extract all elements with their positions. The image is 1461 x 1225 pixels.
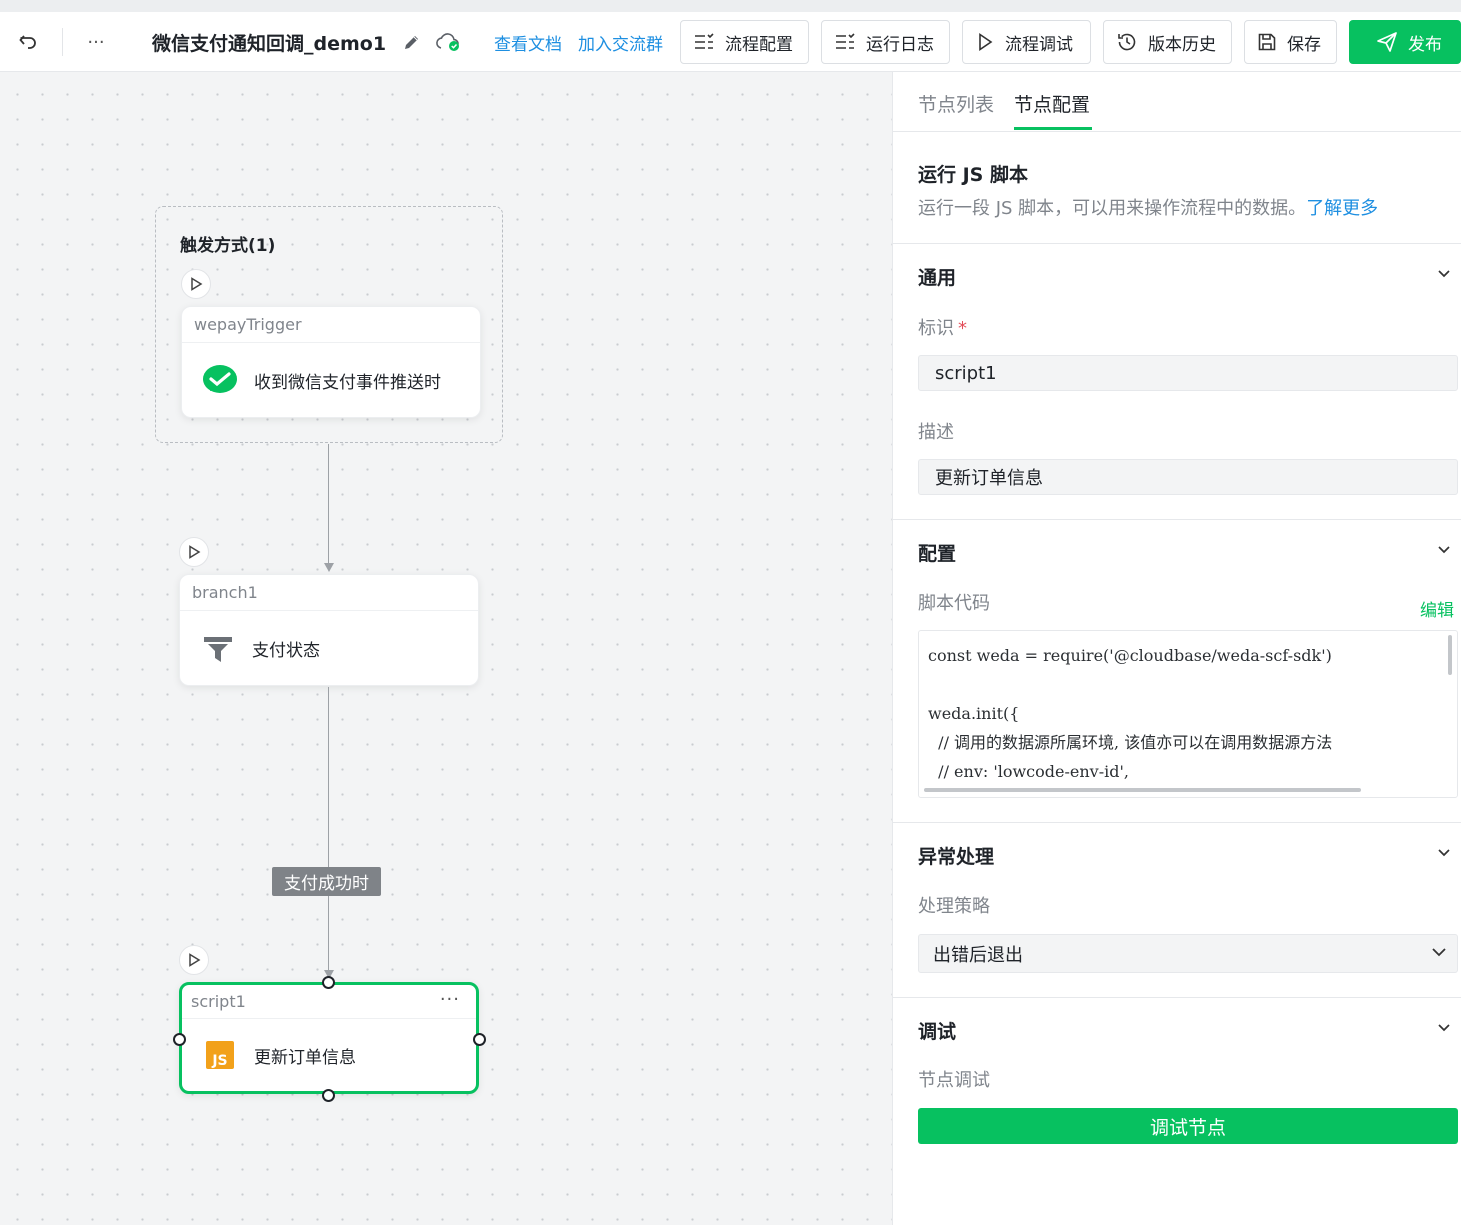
script-run-button[interactable]	[179, 945, 209, 975]
more-menu-button[interactable]: ···	[80, 26, 112, 58]
section-general-title: 通用	[918, 267, 957, 289]
wechat-pay-icon	[202, 363, 238, 399]
history-icon	[1118, 33, 1136, 51]
save-icon	[1258, 33, 1276, 51]
id-label: 标识 *	[918, 314, 967, 340]
flow-config-label: 流程配置	[725, 34, 793, 55]
save-button[interactable]: 保存	[1244, 20, 1337, 64]
description-field[interactable]: 更新订单信息	[918, 459, 1458, 495]
send-icon	[1377, 32, 1397, 52]
version-history-button[interactable]: 版本历史	[1103, 20, 1232, 64]
play-icon	[189, 545, 201, 559]
play-icon	[979, 32, 993, 52]
chevron-down-icon[interactable]	[1437, 269, 1451, 279]
log-list-icon	[836, 33, 855, 49]
community-link[interactable]: 加入交流群	[578, 26, 663, 58]
node-type-desc-text: 运行一段 JS 脚本，可以用来操作流程中的数据。	[918, 198, 1307, 219]
edit-code-link[interactable]: 编辑	[1420, 596, 1454, 621]
save-label: 保存	[1287, 34, 1321, 55]
node-type-title: 运行 JS 脚本	[918, 164, 1028, 186]
section-divider	[893, 243, 1461, 244]
code-horizontal-scrollbar[interactable]	[924, 788, 1361, 792]
toolbar-divider	[62, 28, 63, 56]
chevron-down-icon[interactable]	[1437, 1023, 1451, 1033]
chevron-down-icon[interactable]	[1437, 848, 1451, 858]
svg-text:JS: JS	[211, 1053, 227, 1069]
flow-title: 微信支付通知回调_demo1	[152, 32, 387, 55]
id-label-text: 标识	[918, 318, 954, 339]
learn-more-link[interactable]: 了解更多	[1306, 198, 1378, 219]
back-icon[interactable]	[12, 26, 44, 58]
required-mark: *	[958, 318, 967, 339]
connect-handle-right[interactable]	[473, 1033, 486, 1046]
node-id: branch1	[180, 575, 478, 611]
strategy-select[interactable]: 出错后退出	[918, 934, 1458, 973]
debug-node-button[interactable]: 调试节点	[918, 1108, 1458, 1144]
node-more-button[interactable]: ···	[440, 989, 460, 1010]
trigger-run-button[interactable]	[181, 269, 211, 299]
cloud-saved-icon	[434, 26, 462, 58]
active-tab-indicator	[1014, 127, 1092, 130]
code-editor[interactable]: const weda = require('@cloudbase/weda-sc…	[918, 630, 1458, 798]
node-id: wepayTrigger	[182, 307, 480, 343]
panel-tabs: 节点列表 节点配置	[893, 72, 1461, 132]
branch-node[interactable]: branch1 支付状态	[179, 574, 479, 686]
flow-debug-label: 流程调试	[1005, 34, 1073, 55]
pencil-icon[interactable]	[400, 26, 424, 58]
script-code-label: 脚本代码	[918, 593, 990, 614]
section-divider	[893, 997, 1461, 998]
strategy-value: 出错后退出	[933, 944, 1023, 966]
strategy-label: 处理策略	[918, 896, 990, 917]
flow-canvas[interactable]: 触发方式(1) wepayTrigger 收到微信支付事件推送时 branch1…	[0, 72, 892, 1225]
section-config-title: 配置	[918, 543, 957, 565]
trigger-node[interactable]: wepayTrigger 收到微信支付事件推送时	[181, 306, 481, 418]
section-error-handling-title: 异常处理	[918, 846, 995, 868]
run-log-label: 运行日志	[866, 34, 934, 55]
node-config-panel: 节点列表 节点配置 运行 JS 脚本 运行一段 JS 脚本，可以用来操作流程中的…	[892, 72, 1461, 1225]
code-vertical-scrollbar[interactable]	[1448, 635, 1452, 675]
tab-node-list[interactable]: 节点列表	[918, 90, 994, 117]
js-icon: JS	[202, 1037, 238, 1073]
play-icon	[189, 953, 201, 967]
node-debug-label: 节点调试	[918, 1070, 990, 1091]
connect-handle-bottom[interactable]	[322, 1089, 335, 1102]
version-history-label: 版本历史	[1148, 34, 1216, 55]
toolbar: ··· 微信支付通知回调_demo1 查看文档 加入交流群 流程配置 运行日志 …	[0, 12, 1461, 72]
edge-condition-label[interactable]: 支付成功时	[272, 867, 381, 896]
connect-handle-top[interactable]	[322, 976, 335, 989]
edge-trigger-branch	[328, 444, 329, 564]
flow-debug-button[interactable]: 流程调试	[962, 20, 1091, 64]
description-label: 描述	[918, 422, 954, 443]
edge-arrow	[324, 563, 334, 572]
id-field[interactable]: script1	[918, 355, 1458, 391]
flow-config-button[interactable]: 流程配置	[680, 20, 809, 64]
list-config-icon	[695, 33, 714, 49]
section-debug-title: 调试	[918, 1021, 957, 1043]
tab-node-config[interactable]: 节点配置	[1014, 90, 1090, 117]
chevron-down-icon[interactable]	[1437, 545, 1451, 555]
filter-icon	[200, 631, 236, 667]
docs-link[interactable]: 查看文档	[494, 26, 562, 58]
publish-label: 发布	[1408, 34, 1442, 55]
node-id: script1	[182, 985, 476, 1019]
node-label: 支付状态	[252, 641, 320, 661]
edge-branch-script	[328, 687, 329, 972]
code-content: const weda = require('@cloudbase/weda-sc…	[928, 646, 1333, 781]
node-label: 更新订单信息	[254, 1047, 356, 1068]
chevron-down-icon	[1432, 948, 1446, 957]
trigger-group-title: 触发方式(1)	[180, 236, 276, 256]
section-divider	[893, 519, 1461, 520]
node-type-description: 运行一段 JS 脚本，可以用来操作流程中的数据。了解更多	[918, 194, 1378, 220]
play-icon	[191, 277, 203, 291]
node-label: 收到微信支付事件推送时	[254, 373, 441, 393]
section-divider	[893, 822, 1461, 823]
branch-run-button[interactable]	[179, 537, 209, 567]
run-log-button[interactable]: 运行日志	[821, 20, 950, 64]
script-node[interactable]: script1 ··· JS 更新订单信息	[179, 982, 479, 1094]
connect-handle-left[interactable]	[173, 1033, 186, 1046]
window-top-strip	[0, 0, 1461, 12]
publish-button[interactable]: 发布	[1349, 20, 1461, 64]
